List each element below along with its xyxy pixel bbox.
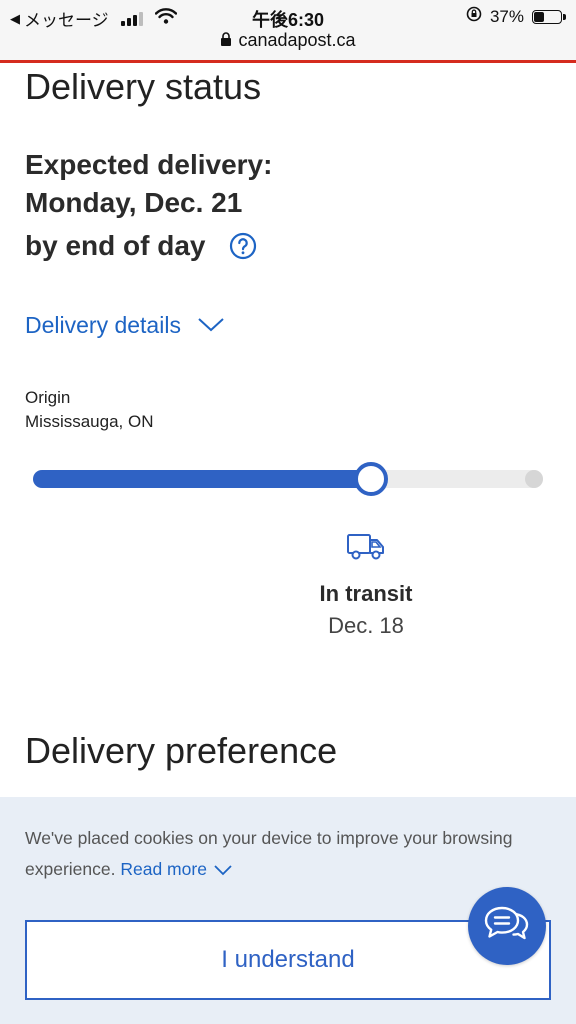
lock-icon (220, 31, 232, 52)
help-icon[interactable] (229, 232, 257, 260)
battery-icon (532, 9, 566, 24)
chevron-down-icon (214, 865, 232, 876)
status-bar: ◀ メッセージ 午後6:30 37% canadapost.ca (0, 0, 576, 60)
progress-marker (353, 462, 388, 496)
delivery-status-heading: Delivery status (25, 66, 262, 107)
read-more-link[interactable]: Read more (120, 859, 233, 879)
delivery-time-text: by end of day (25, 230, 206, 261)
chat-button[interactable] (468, 887, 546, 965)
status-right: 37% (466, 6, 566, 27)
current-status: In transit (319, 581, 413, 606)
expected-delivery-label: Expected delivery: (25, 149, 273, 180)
progress-track (33, 462, 543, 496)
truck-icon (346, 530, 386, 567)
battery-percent: 37% (489, 6, 524, 26)
current-status-date: Dec. 18 (328, 613, 404, 638)
expected-delivery-date: Monday, Dec. 21 (25, 187, 243, 218)
delivery-time-row: by end of day (25, 230, 257, 262)
read-more-label: Read more (120, 859, 207, 879)
brand-divider (0, 60, 576, 63)
origin-value: Mississauga, ON (25, 412, 154, 431)
chat-icon (484, 904, 530, 949)
i-understand-label: I understand (221, 946, 355, 973)
chevron-down-icon (197, 312, 225, 339)
delivery-preference-heading: Delivery preference (25, 730, 338, 771)
origin-block: Origin Mississauga, ON (25, 386, 153, 434)
delivery-details-toggle[interactable]: Delivery details (25, 312, 225, 339)
cookie-text: We've placed cookies on your device to i… (25, 828, 513, 879)
url-text: canadapost.ca (238, 30, 356, 50)
origin-label: Origin (25, 388, 71, 407)
cookie-message: We've placed cookies on your device to i… (25, 823, 545, 885)
url-bar[interactable]: canadapost.ca (0, 30, 576, 52)
delivery-details-label: Delivery details (25, 312, 181, 338)
rotation-lock-icon (466, 6, 482, 27)
progress-end-dot (525, 470, 543, 488)
progress-fill (33, 470, 370, 488)
expected-delivery: Expected delivery: Monday, Dec. 21 (25, 146, 272, 222)
